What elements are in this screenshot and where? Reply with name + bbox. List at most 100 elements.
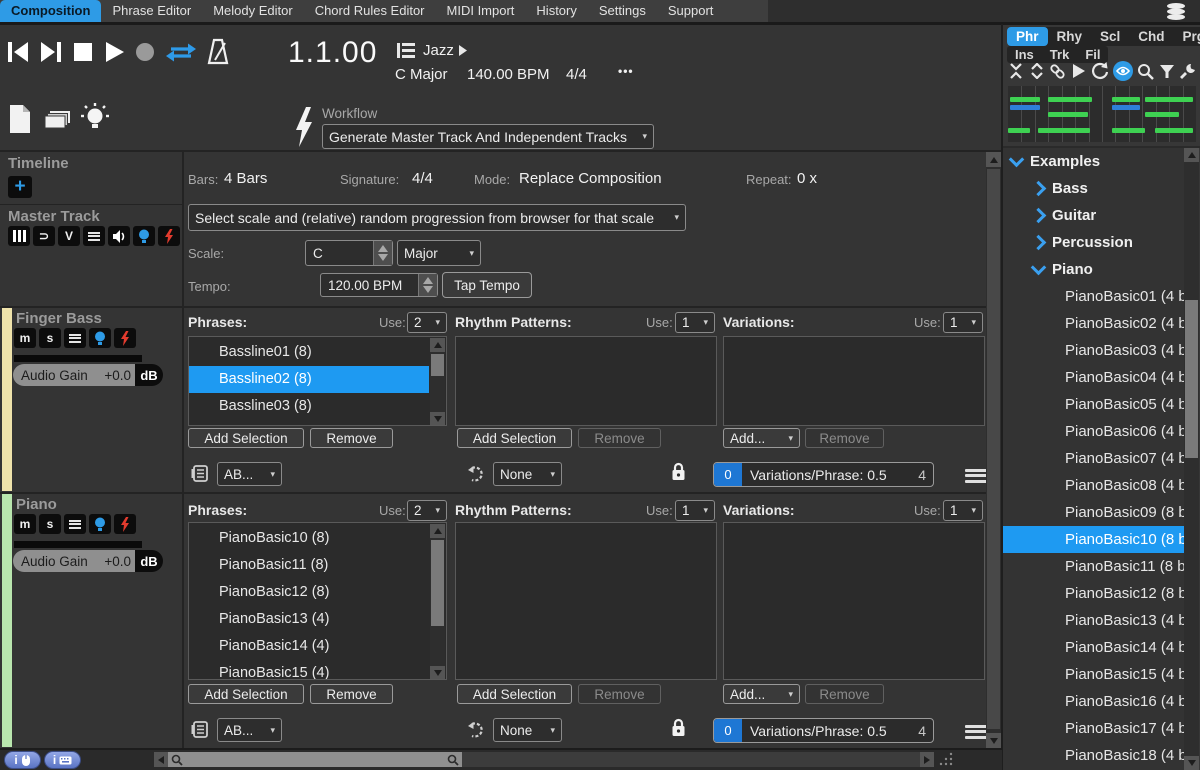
track-color-strip[interactable] — [2, 308, 12, 491]
scale-root-spinner[interactable]: C — [305, 240, 393, 266]
scrollbar-thumb[interactable] — [431, 540, 444, 626]
browser-tab-prg[interactable]: Prg — [1174, 27, 1200, 46]
audio-icon[interactable] — [108, 226, 130, 246]
list-scrollbar[interactable] — [430, 338, 445, 426]
resize-grip-icon[interactable] — [938, 751, 954, 767]
variations-list[interactable] — [723, 336, 985, 426]
menu-tab-support[interactable]: Support — [657, 0, 725, 22]
tree-item-pianobasic17-4-be[interactable]: PianoBasic17 (4 be — [1003, 715, 1184, 742]
tree-item-pianobasic08-4-be[interactable]: PianoBasic08 (4 be — [1003, 472, 1184, 499]
phrases-add-selection-button[interactable]: Add Selection — [188, 428, 304, 448]
list-icon[interactable] — [64, 328, 86, 348]
tap-tempo-button[interactable]: Tap Tempo — [442, 272, 532, 298]
mute-button[interactable]: m — [14, 514, 36, 534]
velocity-icon[interactable]: V — [58, 226, 80, 246]
variations-remove-button[interactable]: Remove — [805, 428, 884, 448]
phrase-list-item-pianobasic13-4[interactable]: PianoBasic13 (4) — [189, 606, 429, 633]
style-list-icon[interactable] — [396, 42, 416, 59]
tree-item-pianobasic01-4-be[interactable]: PianoBasic01 (4 be — [1003, 283, 1184, 310]
track-panel-menu-icon[interactable] — [965, 466, 987, 485]
hint-lightbulb-icon[interactable] — [80, 102, 110, 136]
rhythm-patterns-list[interactable] — [455, 336, 717, 426]
menu-tab-melody-editor[interactable]: Melody Editor — [202, 0, 303, 22]
play-button[interactable] — [103, 39, 125, 65]
track-name[interactable]: Piano — [16, 496, 57, 513]
variations-add-dropdown[interactable]: Add... ▾ — [723, 684, 800, 704]
wrench-icon[interactable] — [1179, 63, 1196, 80]
phrase-list-item-pianobasic12-8[interactable]: PianoBasic12 (8) — [189, 579, 429, 606]
collapse-icon[interactable] — [1008, 63, 1024, 79]
rhythm-add-selection-button[interactable]: Add Selection — [457, 684, 572, 704]
variations-remove-button[interactable]: Remove — [805, 684, 884, 704]
stack-icon[interactable] — [1163, 2, 1189, 21]
audio-gain-control[interactable]: Audio Gain +0.0 dB — [13, 364, 163, 386]
solo-button[interactable]: s — [39, 328, 61, 348]
skip-start-button[interactable] — [6, 39, 30, 65]
menu-tab-chord-rules-editor[interactable]: Chord Rules Editor — [304, 0, 436, 22]
refresh-icon[interactable] — [1090, 62, 1108, 80]
phrase-list-item-pianobasic10-8[interactable]: PianoBasic10 (8) — [189, 525, 429, 552]
scroll-down-button[interactable] — [986, 733, 1001, 748]
tree-item-pianobasic05-4-be[interactable]: PianoBasic05 (4 be — [1003, 391, 1184, 418]
ideas-lightbulb-icon[interactable] — [89, 328, 111, 348]
tree-item-pianobasic16-4-be[interactable]: PianoBasic16 (4 be — [1003, 688, 1184, 715]
tree-item-pianobasic18-4-be[interactable]: PianoBasic18 (4 be — [1003, 742, 1184, 769]
tree-item-pianobasic15-4-be[interactable]: PianoBasic15 (4 be — [1003, 661, 1184, 688]
scroll-up-button[interactable] — [986, 152, 1001, 167]
tree-item-pianobasic06-4-be[interactable]: PianoBasic06 (4 be — [1003, 418, 1184, 445]
list-icon[interactable] — [83, 226, 105, 246]
rhythm-repeat-dropdown[interactable]: None ▾ — [493, 718, 562, 742]
phrases-list[interactable]: PianoBasic10 (8)PianoBasic11 (8)PianoBas… — [188, 522, 447, 680]
filter-icon[interactable] — [1159, 64, 1175, 79]
signature-value[interactable]: 4/4 — [412, 170, 433, 187]
variations-per-phrase-slider[interactable]: 0 Variations/Phrase: 0.5 4 — [713, 462, 934, 487]
list-icon[interactable] — [64, 514, 86, 534]
tree-item-pianobasic04-4-be[interactable]: PianoBasic04 (4 be — [1003, 364, 1184, 391]
scroll-up-button[interactable] — [430, 338, 445, 352]
info-keyboard-button[interactable]: i — [44, 751, 81, 769]
rhythm-remove-button[interactable]: Remove — [578, 428, 661, 448]
tree-group-bass[interactable]: Bass — [1003, 175, 1184, 202]
lock-icon[interactable] — [671, 718, 686, 738]
hscroll-right-button[interactable] — [920, 752, 934, 767]
style-expand-icon[interactable] — [458, 44, 468, 57]
bpm-display[interactable]: 140.00 BPM — [467, 66, 550, 83]
info-mouse-button[interactable]: i — [4, 751, 41, 769]
menu-tab-settings[interactable]: Settings — [588, 0, 657, 22]
chevron-down-icon[interactable] — [1009, 152, 1025, 168]
menu-tab-phrase-editor[interactable]: Phrase Editor — [101, 0, 202, 22]
phrase-list-item-pianobasic15-4[interactable]: PianoBasic15 (4) — [189, 660, 429, 680]
jump-icon[interactable]: ⊃ — [33, 226, 55, 246]
play-icon[interactable] — [1071, 63, 1086, 79]
metronome-icon[interactable] — [206, 38, 230, 66]
phrases-use-dropdown[interactable]: 2 ▾ — [407, 312, 447, 333]
browser-tab-rhy[interactable]: Rhy — [1048, 27, 1092, 46]
phrase-list-item-pianobasic14-4[interactable]: PianoBasic14 (4) — [189, 633, 429, 660]
scrollbar-thumb[interactable] — [431, 354, 444, 376]
tree-item-pianobasic11-8-be[interactable]: PianoBasic11 (8 be — [1003, 553, 1184, 580]
track-panel-menu-icon[interactable] — [965, 722, 987, 741]
scroll-up-button[interactable] — [1184, 148, 1199, 162]
phrases-remove-button[interactable]: Remove — [310, 684, 393, 704]
spinner-arrows-icon[interactable] — [373, 241, 392, 265]
repeat-value[interactable]: 0 x — [797, 170, 817, 187]
phrases-add-selection-button[interactable]: Add Selection — [188, 684, 304, 704]
chevron-right-icon[interactable] — [1031, 235, 1047, 251]
phrases-remove-button[interactable]: Remove — [310, 428, 393, 448]
tree-item-pianobasic14-4-be[interactable]: PianoBasic14 (4 be — [1003, 634, 1184, 661]
rhythm-remove-button[interactable]: Remove — [578, 684, 661, 704]
solo-button[interactable]: s — [39, 514, 61, 534]
mute-button[interactable]: m — [14, 328, 36, 348]
tree-group-guitar[interactable]: Guitar — [1003, 202, 1184, 229]
browser-tab-phr[interactable]: Phr — [1007, 27, 1048, 46]
browser-scrollbar[interactable] — [1184, 148, 1199, 770]
tree-item-pianobasic10-8-be[interactable]: PianoBasic10 (8 be — [1003, 526, 1184, 553]
phrase-preview[interactable] — [1008, 86, 1196, 142]
actions-bolt-icon[interactable] — [114, 328, 136, 348]
tree-group-percussion[interactable]: Percussion — [1003, 229, 1184, 256]
scale-type-dropdown[interactable]: Major ▾ — [397, 240, 481, 266]
bars-value[interactable]: 4 Bars — [224, 170, 267, 187]
phrase-list-item-pianobasic11-8[interactable]: PianoBasic11 (8) — [189, 552, 429, 579]
ideas-lightbulb-icon[interactable] — [133, 226, 155, 246]
search-icon[interactable] — [1137, 63, 1154, 80]
